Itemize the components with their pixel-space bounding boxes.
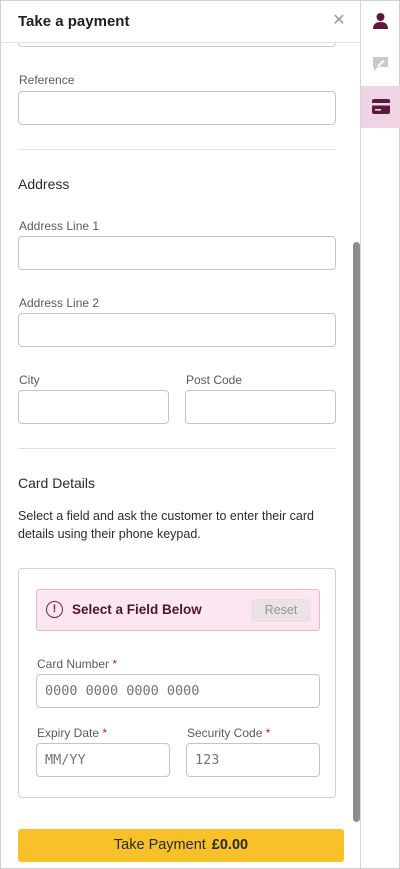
rail-item-payment[interactable] [361,86,400,128]
address-line1-input[interactable] [18,236,336,270]
divider [18,149,336,150]
city-label: City [19,373,40,387]
reset-button[interactable]: Reset [251,599,311,622]
required-mark: * [265,726,271,740]
reference-input[interactable] [18,91,336,125]
card-details-title: Card Details [18,475,96,491]
card-number-label-text: Card Number [37,657,110,671]
form-scroll-area[interactable]: Reference Address Address Line 1 Address… [1,43,360,826]
address-line1-label: Address Line 1 [19,219,100,233]
take-payment-panel: Take a payment ✕ Reference Address Addre… [1,1,360,868]
card-number-label: Card Number * [37,657,117,671]
expiry-label: Expiry Date * [37,726,107,740]
divider [18,448,336,449]
rail-item-notes[interactable] [361,43,400,85]
security-code-label-text: Security Code [187,726,263,740]
card-fields-box: ! Select a Field Below Reset Card Number… [18,568,336,798]
close-icon[interactable]: ✕ [331,13,347,29]
required-mark: * [102,726,108,740]
expiry-label-text: Expiry Date [37,726,100,740]
required-mark: * [112,657,118,671]
exclamation-circle-icon: ! [46,601,63,618]
postcode-label: Post Code [186,373,243,387]
card-help-text: Select a field and ask the customer to e… [18,509,314,541]
panel-title: Take a payment [18,13,130,30]
card-number-input[interactable] [36,674,320,708]
credit-card-icon [372,99,390,114]
security-code-input[interactable] [186,743,320,777]
scrollbar-thumb[interactable] [353,242,360,822]
reference-label: Reference [19,73,75,87]
select-field-alert: ! Select a Field Below Reset [36,589,320,631]
panel-header: Take a payment ✕ [1,1,360,43]
address-line2-label: Address Line 2 [19,296,100,310]
payment-amount: £0.00 [211,837,249,853]
take-payment-button[interactable]: Take Payment £0.00 [18,829,344,862]
address-line2-input[interactable] [18,313,336,347]
chat-edit-icon [373,57,388,71]
take-payment-label: Take Payment [113,837,206,853]
rail-item-contact[interactable] [361,1,400,43]
address-section-title: Address [18,176,70,192]
previous-field-bottom [18,43,336,47]
postcode-input[interactable] [185,390,336,424]
security-code-label: Security Code * [187,726,270,740]
side-rail [360,1,400,868]
city-input[interactable] [18,390,169,424]
alert-text: Select a Field Below [72,602,202,617]
expiry-input[interactable] [36,743,170,777]
person-icon [373,13,388,29]
panel-footer: Take Payment £0.00 [1,826,360,868]
